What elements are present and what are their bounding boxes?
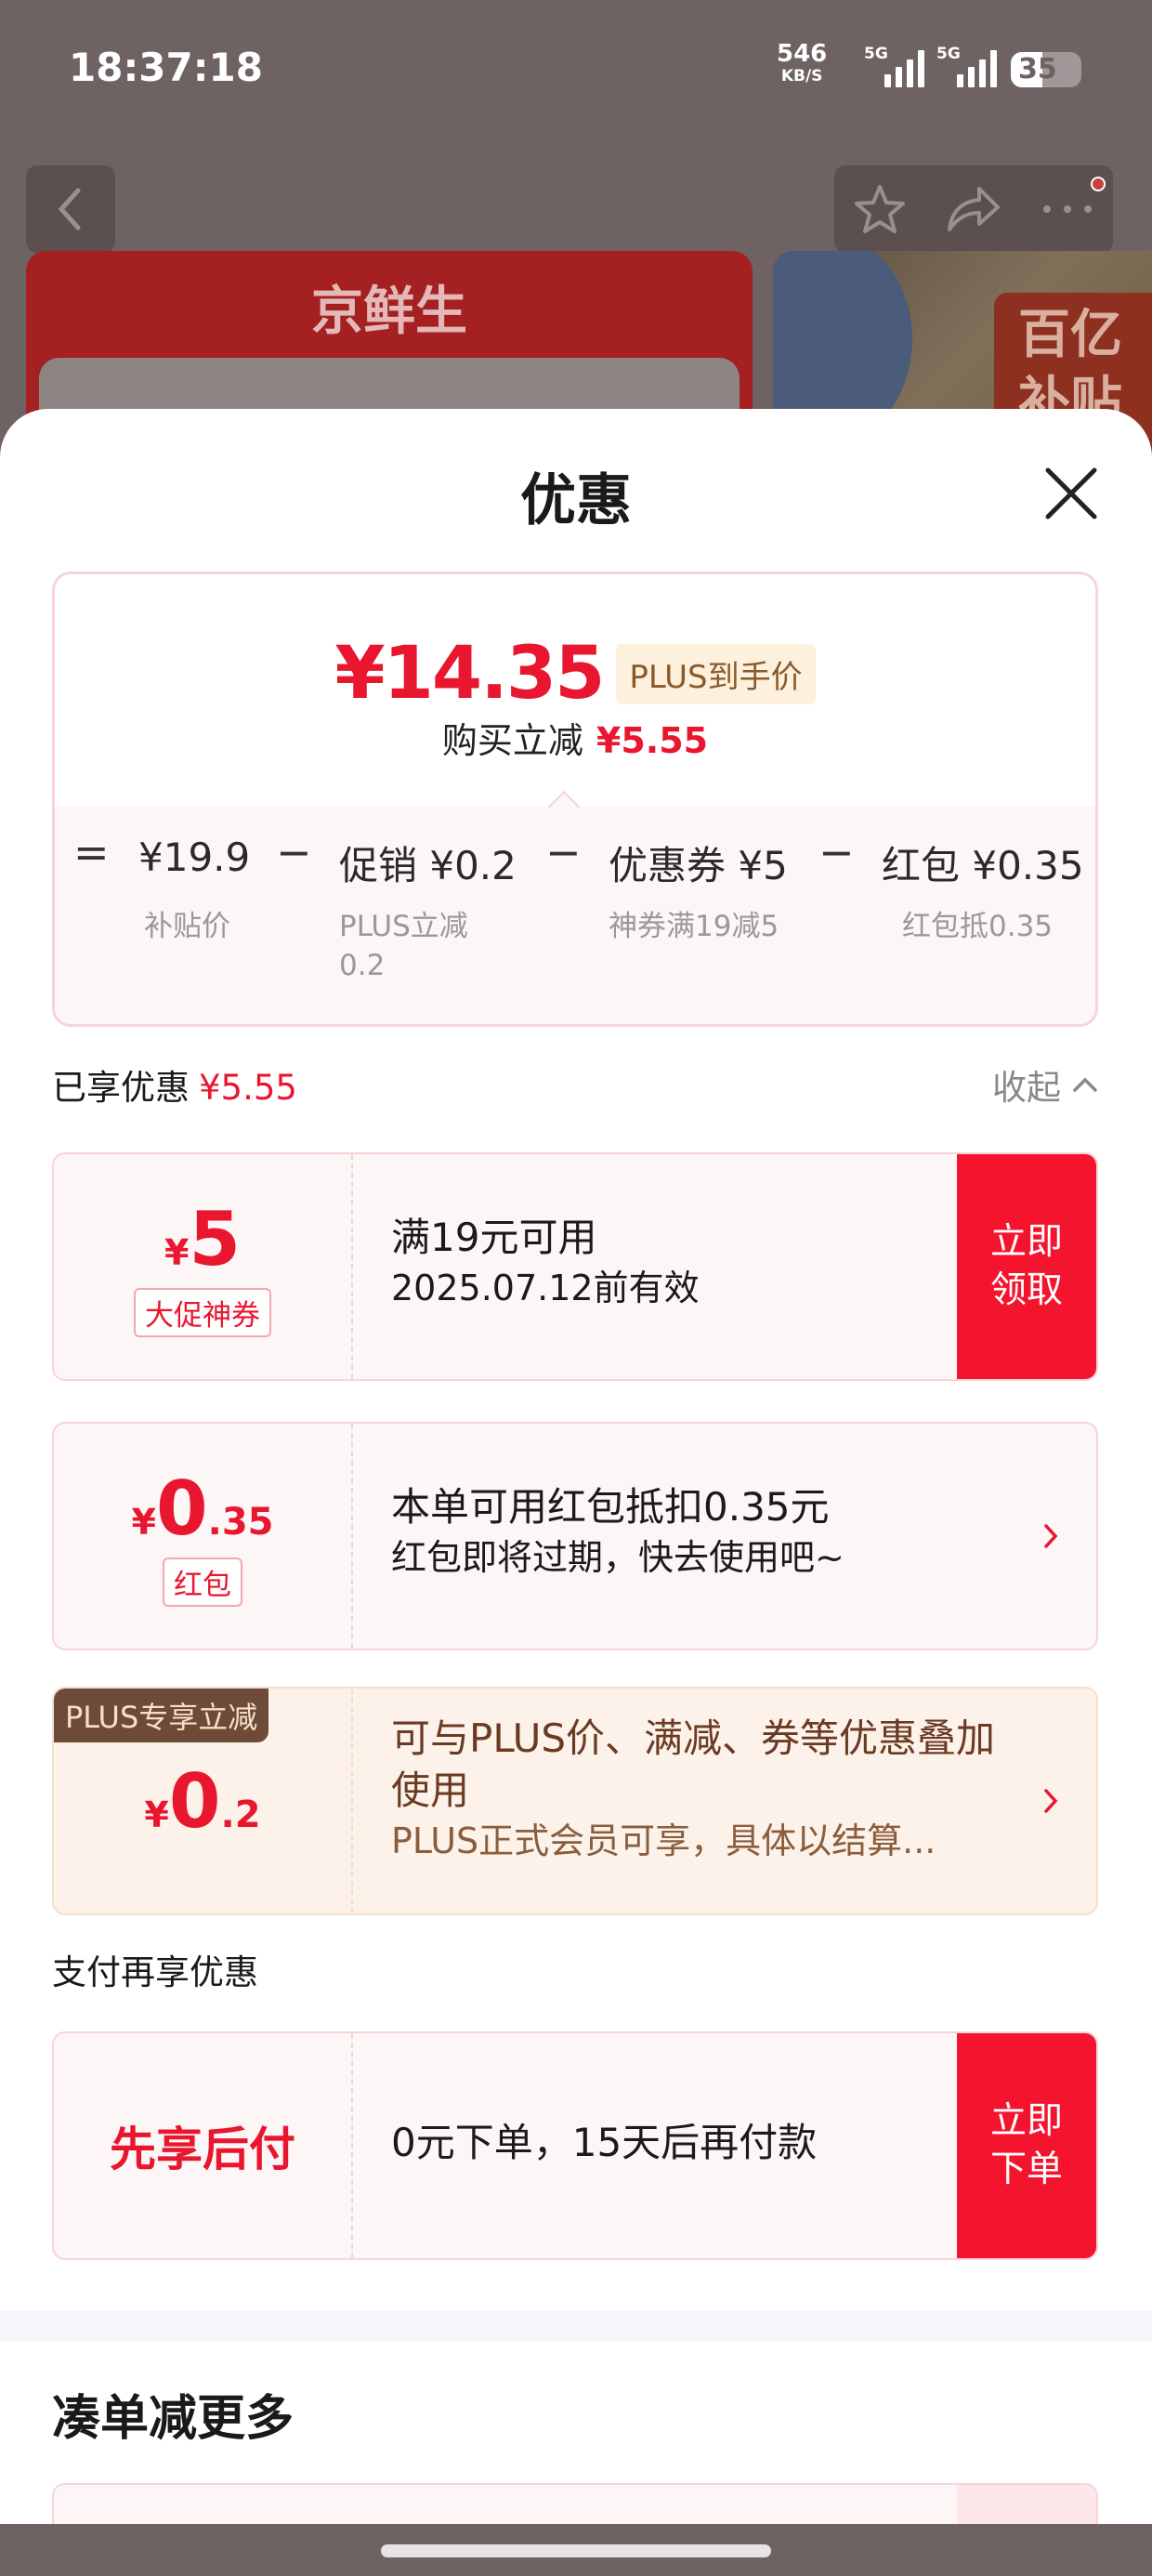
- back-button[interactable]: [26, 165, 115, 253]
- reduce-amount: ¥5.55: [596, 720, 709, 761]
- coupon-desc: 可与PLUS价、满减、券等优惠叠加使用 PLUS正式会员可享，具体以结算...: [391, 1715, 996, 1861]
- chevron-right-icon: [1042, 1689, 1059, 1913]
- status-bar: 18:37:18 546 KB/S 5G 5G 35: [0, 0, 1152, 139]
- star-icon[interactable]: [852, 181, 908, 237]
- home-indicator: [0, 2524, 1152, 2576]
- breakdown-value: ¥19.9: [138, 835, 251, 880]
- coupon-desc: 满19元可用 2025.07.12前有效: [391, 1215, 700, 1308]
- share-icon[interactable]: [944, 181, 1003, 237]
- final-price: ¥14.35: [334, 632, 605, 716]
- discount-sheet: 优惠 ¥14.35 PLUS到手价 购买立减 ¥5.55 = ¥19.9 补贴价 …: [0, 409, 1152, 2576]
- more-section-title: 凑单减更多: [52, 2391, 295, 2447]
- battery-icon: 35: [1011, 52, 1081, 87]
- plus-discount-card[interactable]: PLUS专享立减 ¥0.2 可与PLUS价、满减、券等优惠叠加使用 PLUS正式…: [52, 1687, 1098, 1915]
- coupon-tag: 大促神券: [134, 1288, 271, 1337]
- status-time: 18:37:18: [69, 45, 263, 90]
- breakdown-note: 补贴价: [144, 910, 230, 943]
- breakdown-note: 神券满19减5: [609, 910, 779, 943]
- breakdown-op: −: [818, 827, 855, 877]
- breakdown-value: 促销 ¥0.2: [339, 843, 517, 888]
- breakdown-op: −: [276, 827, 312, 877]
- coupon-value: ¥0.2: [144, 1757, 261, 1845]
- breakdown-note: 红包抵0.35: [902, 910, 1054, 943]
- order-now-button[interactable]: 立即 下单: [957, 2033, 1096, 2258]
- enjoyed-amount: ¥5.55: [199, 1068, 297, 1108]
- coupon-value: ¥0.35 红包: [54, 1424, 351, 1649]
- home-gesture-bar[interactable]: [381, 2544, 771, 2557]
- pay-section-title: 支付再享优惠: [52, 1952, 258, 1992]
- breakdown-op: −: [545, 827, 582, 877]
- coupon-card: ¥5 大促神券 满19元可用 2025.07.12前有效 立即 领取: [52, 1152, 1098, 1381]
- plus-price-badge: PLUS到手价: [616, 643, 816, 704]
- breakdown-value: 红包 ¥0.35: [882, 843, 1084, 888]
- red-packet-card[interactable]: ¥0.35 红包 本单可用红包抵扣0.35元 红包即将过期，快去使用吧~: [52, 1422, 1098, 1650]
- cell-signal-icon-2: 5G: [936, 45, 997, 87]
- claim-coupon-button[interactable]: 立即 领取: [957, 1154, 1096, 1379]
- coupon-desc: 本单可用红包抵扣0.35元 红包即将过期，快去使用吧~: [391, 1484, 844, 1578]
- coupon-value: ¥5 大促神券: [54, 1154, 351, 1379]
- price-summary: ¥14.35 PLUS到手价 购买立减 ¥5.55 = ¥19.9 补贴价 − 促…: [52, 572, 1098, 1027]
- close-button[interactable]: [1039, 461, 1104, 526]
- pay-later-desc: 0元下单，15天后再付款: [391, 2120, 818, 2165]
- chevron-right-icon: [1042, 1424, 1059, 1649]
- top-actions: [834, 165, 1113, 253]
- chevron-up-icon: [1073, 1077, 1097, 1092]
- cell-signal-icon: 5G: [864, 45, 924, 87]
- breakdown-op: =: [73, 827, 110, 877]
- close-icon: [1045, 467, 1097, 519]
- collapse-button[interactable]: 收起: [992, 1059, 1098, 1110]
- pay-later-card: 先享后付 0元下单，15天后再付款 立即 下单: [52, 2031, 1098, 2260]
- network-speed: 546 KB/S: [777, 40, 828, 85]
- coupon-tag: 红包: [163, 1557, 242, 1607]
- sheet-title: 优惠: [520, 468, 632, 533]
- chevron-left-icon: [58, 188, 81, 230]
- enjoyed-row: 已享优惠 ¥5.55 收起: [52, 1059, 1098, 1110]
- breakdown-value: 优惠券 ¥5: [609, 843, 788, 888]
- pay-later-label: 先享后付: [110, 2123, 295, 2176]
- store-name: 京鲜生: [311, 282, 467, 342]
- notification-dot: [1091, 177, 1106, 191]
- breakdown-note: PLUS立减 0.2: [339, 910, 468, 982]
- reduce-row: 购买立减 ¥5.55: [441, 720, 709, 761]
- more-icon[interactable]: [1040, 200, 1095, 218]
